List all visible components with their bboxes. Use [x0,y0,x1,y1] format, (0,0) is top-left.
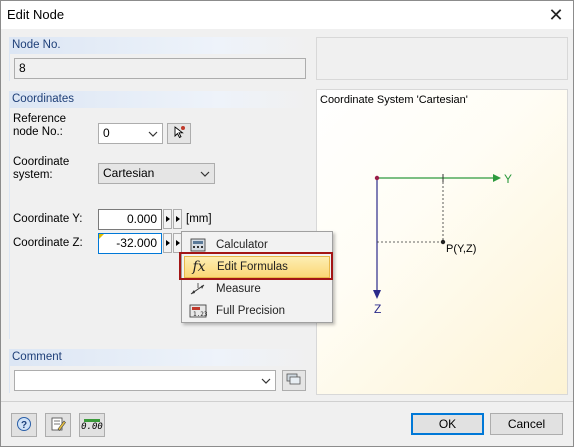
comment-header: Comment [9,349,309,366]
origin-point [374,175,380,181]
coordinate-system-value: Cartesian [103,166,155,180]
close-button[interactable]: ✕ [539,1,573,29]
edit-pencil-icon [50,416,66,435]
preview-top-panel [316,37,568,80]
comment-library-button[interactable] [282,370,306,391]
y-axis-label: Y [504,172,513,186]
coordinate-context-menu: Calculator fx Edit Formulas Measure 1.23… [181,231,333,323]
coordinate-z-label: Coordinate Z: [13,237,83,249]
help-button[interactable]: ? [11,413,37,437]
comment-group: Comment [9,349,309,393]
edit-node-dialog: Edit Node ✕ Node No. 8 Coordinates Refer… [0,0,574,447]
node-number-field: 8 [14,58,306,79]
window-title: Edit Node [7,7,65,22]
pick-cursor-icon [172,125,186,142]
chevron-down-icon [199,164,211,183]
node-number-header: Node No. [9,37,309,54]
coordinate-y-menu-arrow[interactable] [163,209,172,229]
chevron-down-icon [260,371,272,390]
svg-text:?: ? [21,420,27,431]
precision-icon: 1.23 [186,301,210,321]
edit-button[interactable] [45,413,71,437]
decimal-precision-icon: 0.00 [81,418,103,432]
coordinate-z-menu-arrow[interactable] [163,233,172,253]
chevron-down-icon [147,124,159,143]
menu-item-edit-formulas[interactable]: fx Edit Formulas [184,256,330,278]
footer-separator [1,401,573,402]
coordinate-y-label: Coordinate Y: [13,213,83,225]
measure-icon [186,279,210,299]
pick-node-button[interactable] [167,123,191,144]
calculator-icon [186,235,210,255]
coordinate-system-select[interactable]: Cartesian [98,163,215,184]
menu-item-full-precision[interactable]: 1.23 Full Precision [184,300,330,322]
precision-button[interactable]: 0.00 [79,413,105,437]
title-bar: Edit Node ✕ [1,1,573,29]
preview-panel: Coordinate System 'Cartesian' Y Z P(Y,Z) [316,37,568,395]
coordinate-y-more-arrow[interactable] [173,209,182,229]
comment-library-icon [286,373,302,388]
menu-item-calculator[interactable]: Calculator [184,234,330,256]
close-icon: ✕ [548,4,564,25]
reference-node-value: 0 [103,126,110,140]
coordinates-header: Coordinates [9,91,309,108]
formula-marker-icon [99,234,104,239]
point-p [440,239,446,245]
ok-button[interactable]: OK [411,413,484,435]
point-label: P(Y,Z) [446,243,477,255]
fx-icon: fx [192,259,206,275]
node-number-group: Node No. 8 [9,37,309,81]
reference-node-label-line2: node No.: [13,126,63,138]
coordinate-y-unit: [mm] [186,213,212,225]
coordinate-system-label-line2: system: [13,169,53,181]
z-axis-label: Z [374,302,382,316]
cancel-button[interactable]: Cancel [490,413,563,435]
coordinate-y-input[interactable]: 0.000 [98,209,162,230]
coordinate-z-input[interactable]: -32.000 [98,233,162,254]
coordinate-system-diagram [373,174,501,299]
reference-node-label-line1: Reference [13,113,67,125]
reference-node-select[interactable]: 0 [98,123,163,144]
y-axis-arrow [493,174,501,182]
z-axis-arrow [373,290,381,299]
help-icon: ? [16,416,32,435]
comment-input[interactable] [14,370,276,391]
coordinate-system-label-line1: Coordinate [13,156,70,168]
svg-text:1.23: 1.23 [193,311,207,318]
coordinate-system-preview: Coordinate System 'Cartesian' Y Z P(Y,Z) [316,89,568,395]
menu-item-measure[interactable]: Measure [184,278,330,300]
